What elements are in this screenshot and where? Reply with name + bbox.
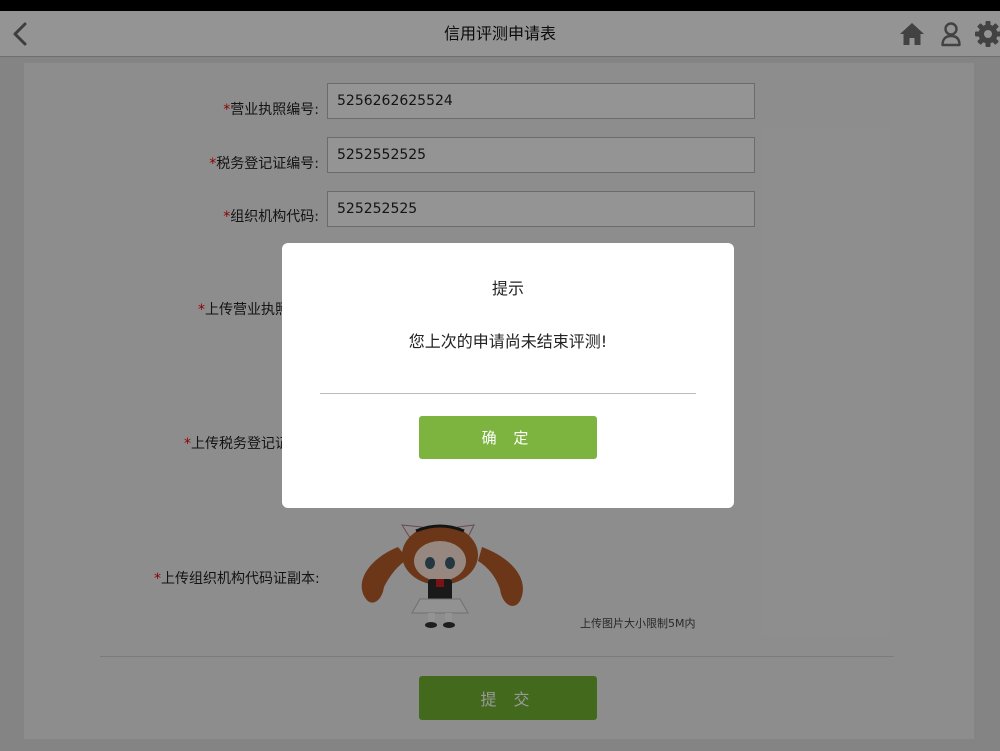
dialog-title: 提示 <box>491 279 524 298</box>
dialog-divider <box>320 393 696 394</box>
dialog-message: 您上次的申请尚未结束评测! <box>408 332 608 351</box>
alert-dialog: 提示 您上次的申请尚未结束评测! 确 定 <box>282 243 734 508</box>
dialog-confirm-button[interactable]: 确 定 <box>419 416 597 459</box>
